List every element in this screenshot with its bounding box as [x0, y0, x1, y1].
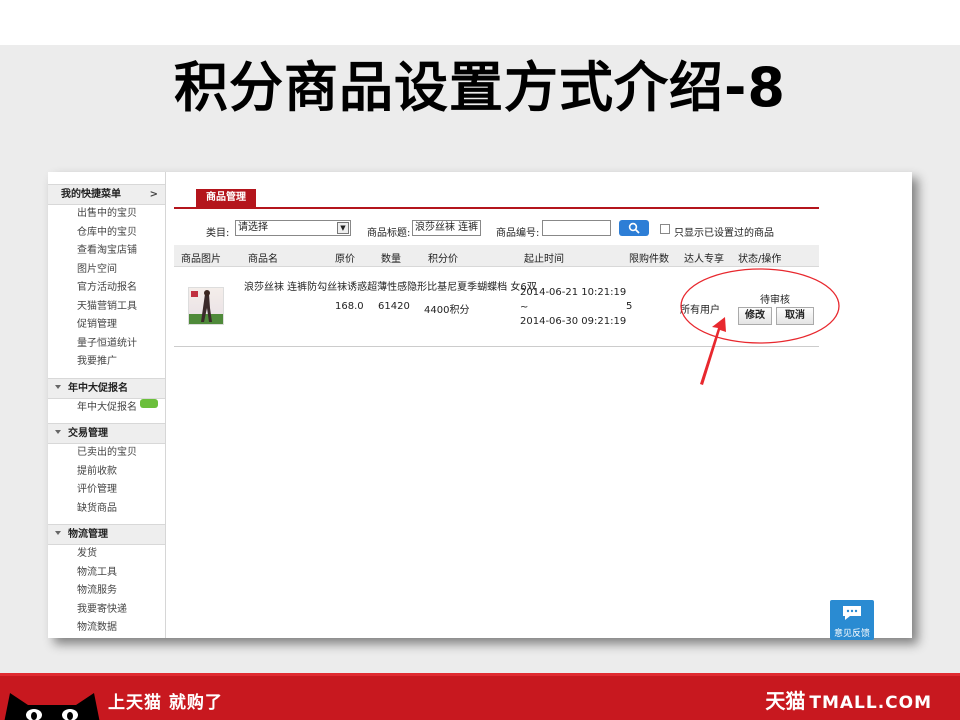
slide-title: 积分商品设置方式介绍-8: [174, 56, 786, 119]
footer-bar: 上天猫 就购了 天猫 TMALL.COM: [0, 676, 960, 720]
brand-logo: 天猫 TMALL.COM: [765, 685, 932, 714]
highlight-ellipse: [680, 268, 840, 344]
brand-cn: 天猫: [765, 689, 806, 713]
chat-bubble-icon: [843, 606, 861, 620]
slide-top-band: [0, 0, 960, 45]
footer-slogan: 上天猫 就购了: [108, 693, 223, 713]
arrow-icon: [700, 317, 726, 385]
tmall-cat-icon: [4, 693, 100, 720]
annotation-overlay: [680, 268, 840, 385]
feedback-label: 意见反馈: [833, 629, 870, 639]
feedback-button[interactable]: 意见反馈: [830, 600, 874, 640]
brand-en: TMALL.COM: [809, 693, 932, 713]
screenshot-frame: 我的快捷菜单 > 出售中的宝贝 仓库中的宝贝 查看淘宝店铺 图片空间 官方活动报…: [48, 172, 912, 638]
